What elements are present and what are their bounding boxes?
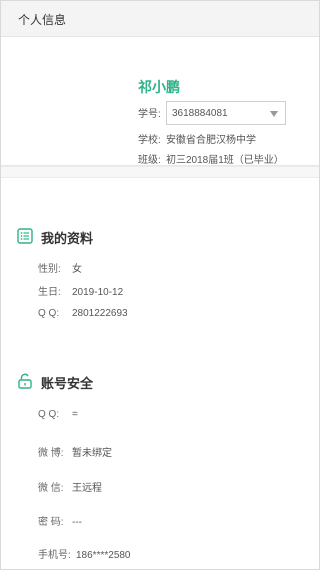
class-label: 班级:	[138, 155, 161, 166]
class-value: 初三2018届1班（已毕业）	[166, 155, 284, 166]
password-label: 密 码:	[38, 517, 64, 528]
student-id-label: 学号:	[138, 109, 161, 120]
phone-row[interactable]: 手机号: 186****2580	[38, 546, 131, 561]
wechat-value: 王远程	[72, 483, 102, 494]
user-name: 祁小鹏	[138, 79, 180, 95]
weibo-label: 微 博:	[38, 448, 64, 459]
my-profile-section: 我的资料 性别: 女 生日: 2019-10-12 Q Q: 2801222693	[1, 178, 319, 343]
gender-value: 女	[72, 264, 82, 275]
security-qq-row[interactable]: Q Q: =	[38, 409, 78, 420]
weibo-value: 暂未绑定	[72, 448, 112, 459]
student-id-value: 3618884081	[172, 108, 228, 119]
security-qq-label: Q Q:	[38, 409, 60, 420]
profile-card: 祁小鹏 学号: 3618884081 学校: 安徽省合肥汉杨中学 班级: 初三2…	[1, 37, 319, 166]
section-divider	[1, 166, 319, 178]
phone-label: 手机号:	[38, 550, 71, 561]
qq-row: Q Q: 2801222693	[38, 308, 128, 319]
birthday-label: 生日:	[38, 287, 61, 298]
account-security-section: 账号安全 Q Q: = 微 博: 暂未绑定 微 信: 王远程 密 码: --- 手机号:…	[1, 343, 319, 569]
my-profile-title: 我的资料	[41, 231, 94, 246]
birthday-row: 生日: 2019-10-12	[38, 283, 123, 298]
page-title: 个人信息	[18, 13, 67, 27]
phone-value: 186****2580	[76, 550, 131, 561]
school-label: 学校:	[138, 135, 161, 146]
password-value: ---	[72, 517, 82, 528]
account-security-title: 账号安全	[41, 376, 94, 391]
wechat-label: 微 信:	[38, 483, 64, 494]
security-qq-value: =	[72, 409, 78, 420]
unlock-icon	[17, 373, 33, 389]
school-value: 安徽省合肥汉杨中学	[166, 135, 256, 146]
qq-label: Q Q:	[38, 308, 60, 319]
qq-value: 2801222693	[72, 308, 128, 319]
wechat-row[interactable]: 微 信: 王远程	[38, 479, 102, 494]
list-icon	[17, 228, 33, 244]
chevron-down-icon	[270, 111, 278, 117]
page-header: 个人信息	[1, 1, 319, 37]
weibo-row[interactable]: 微 博: 暂未绑定	[38, 444, 112, 459]
birthday-value: 2019-10-12	[72, 287, 124, 298]
gender-row: 性别: 女	[38, 260, 82, 275]
student-id-select[interactable]: 3618884081	[166, 101, 286, 125]
gender-label: 性别:	[38, 264, 61, 275]
password-row[interactable]: 密 码: ---	[38, 513, 82, 528]
